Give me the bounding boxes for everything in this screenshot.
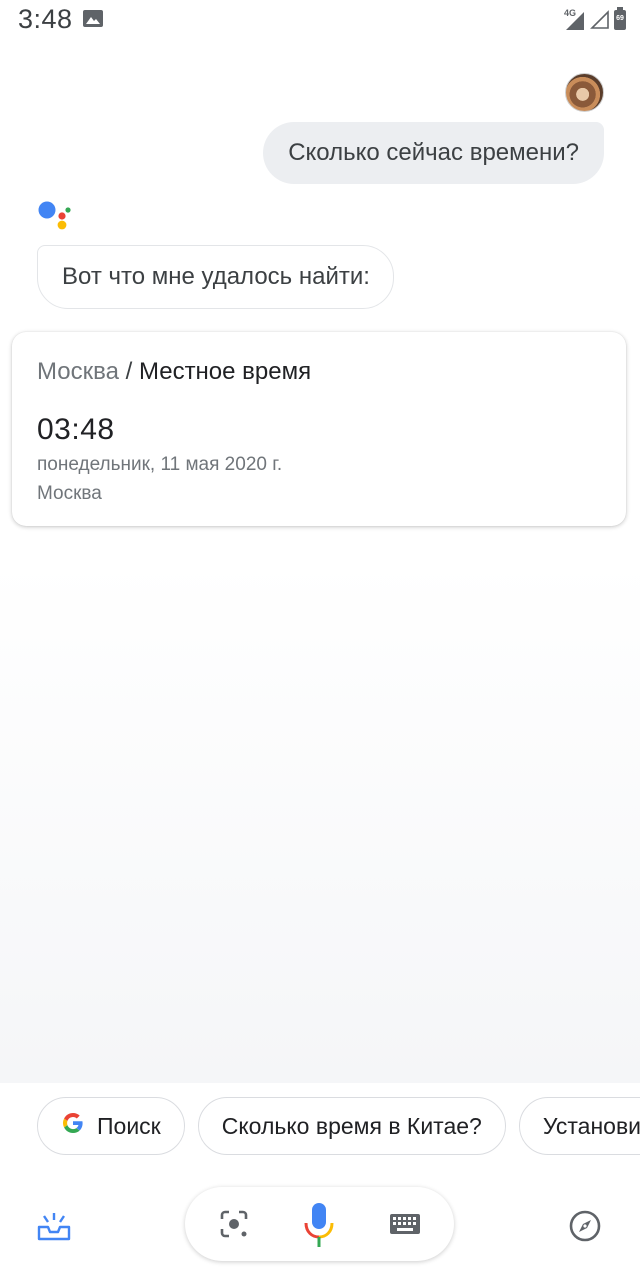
card-city: Москва [37, 358, 119, 385]
assistant-reply-text: Вот что мне удалось найти: [62, 263, 370, 290]
suggestion-chip-set-alarm[interactable]: Установить будильник [518, 1097, 640, 1155]
google-lens-icon[interactable] [219, 1209, 249, 1239]
suggestion-chip-label: Сколько время в Китае? [221, 1112, 482, 1139]
card-separator: / [118, 358, 139, 385]
user-query-bubble[interactable]: Сколько сейчас времени? [263, 122, 604, 184]
keyboard-icon[interactable] [389, 1213, 421, 1235]
microphone-icon[interactable] [303, 1201, 335, 1249]
battery-icon: 69 [614, 7, 626, 30]
status-time: 3:48 [18, 4, 73, 34]
battery-level: 69 [616, 15, 624, 22]
local-location: Москва [37, 483, 102, 504]
local-time-value: 03:48 [37, 413, 115, 446]
google-assistant-logo-icon [38, 200, 74, 232]
suggestion-chips: Поиск Сколько время в Китае? Установить … [37, 1097, 640, 1155]
explore-compass-icon[interactable] [568, 1209, 602, 1243]
assistant-input-pill [185, 1187, 454, 1261]
suggestion-chip-china-time[interactable]: Сколько время в Китае? [197, 1097, 506, 1155]
signal-4g-icon: 4G [564, 8, 586, 30]
input-bar [0, 1187, 640, 1261]
status-bar: 3:48 4G 69 [0, 0, 640, 40]
local-time-card[interactable]: Москва / Местное время 03:48 понедельник… [12, 332, 626, 526]
updates-tray-icon[interactable] [36, 1207, 72, 1243]
user-avatar[interactable] [565, 73, 604, 112]
user-query-text: Сколько сейчас времени? [288, 139, 579, 166]
status-icons: 4G 69 [564, 7, 626, 30]
suggestion-chip-search[interactable]: Поиск [37, 1097, 185, 1155]
card-title: Местное время [138, 358, 312, 385]
suggestion-chip-label: Поиск [97, 1112, 161, 1139]
card-header: Москва / Местное время [37, 358, 311, 386]
signal-empty-icon [590, 10, 610, 30]
google-g-icon [61, 1111, 85, 1141]
assistant-reply-bubble: Вот что мне удалось найти: [37, 245, 394, 309]
suggestion-chip-label: Установить будильник [542, 1112, 640, 1139]
local-date: понедельник, 11 мая 2020 г. [37, 454, 283, 475]
assistant-screen: 3:48 4G 69 Сколько сейчас времени? Вот ч… [0, 0, 640, 1280]
gallery-notification-icon [83, 10, 103, 27]
bottom-panel: Поиск Сколько время в Китае? Установить … [0, 1083, 640, 1280]
